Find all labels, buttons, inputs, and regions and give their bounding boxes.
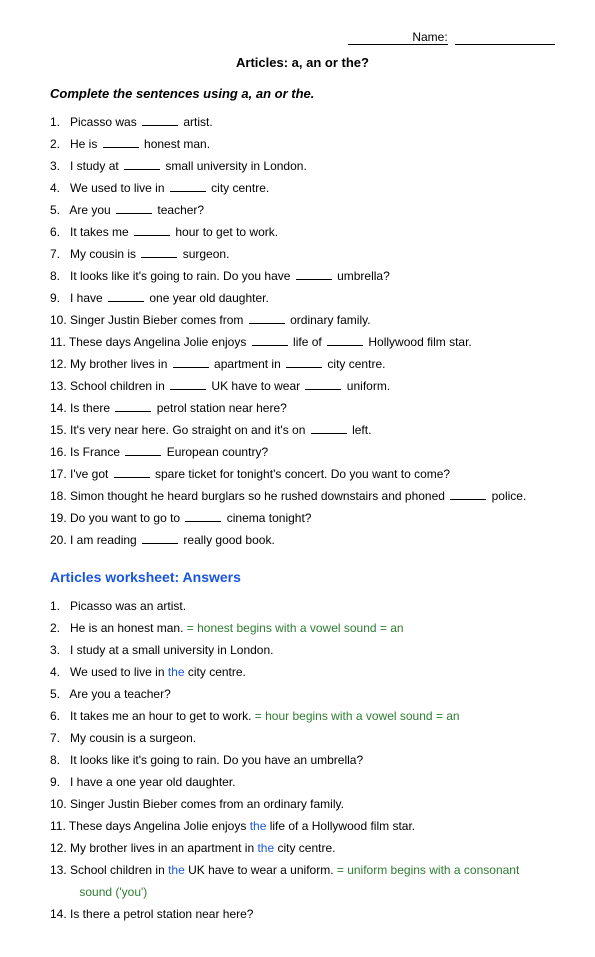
a5: 5. Are you a teacher? [50, 685, 555, 703]
name-underline [455, 30, 555, 45]
a14: 14. Is there a petrol station near here? [50, 905, 555, 923]
a13: 13. School children in the UK have to we… [50, 861, 555, 879]
q11: 11. These days Angelina Jolie enjoys lif… [50, 333, 555, 351]
q10: 10. Singer Justin Bieber comes from ordi… [50, 311, 555, 329]
main-title: Articles: a, an or the? [50, 55, 555, 70]
q5: 5. Are you teacher? [50, 201, 555, 219]
q7: 7. My cousin is surgeon. [50, 245, 555, 263]
q16: 16. Is France European country? [50, 443, 555, 461]
q19: 19. Do you want to go to cinema tonight? [50, 509, 555, 527]
q14: 14. Is there petrol station near here? [50, 399, 555, 417]
a7: 7. My cousin is a surgeon. [50, 729, 555, 747]
a1: 1. Picasso was an artist. [50, 597, 555, 615]
name-label: Name: [348, 30, 448, 45]
name-line: Name: [50, 30, 555, 45]
a2: 2. He is an honest man. = honest begins … [50, 619, 555, 637]
q8: 8. It looks like it's going to rain. Do … [50, 267, 555, 285]
q15: 15. It's very near here. Go straight on … [50, 421, 555, 439]
a10: 10. Singer Justin Bieber comes from an o… [50, 795, 555, 813]
question-list: 1. Picasso was artist. 2. He is honest m… [50, 113, 555, 549]
q1: 1. Picasso was artist. [50, 113, 555, 131]
q18: 18. Simon thought he heard burglars so h… [50, 487, 555, 505]
q4: 4. We used to live in city centre. [50, 179, 555, 197]
answer-list: 1. Picasso was an artist. 2. He is an ho… [50, 597, 555, 923]
q17: 17. I've got spare ticket for tonight's … [50, 465, 555, 483]
q6: 6. It takes me hour to get to work. [50, 223, 555, 241]
a13-note: sound ('you') [50, 883, 555, 901]
q12: 12. My brother lives in apartment in cit… [50, 355, 555, 373]
a3: 3. I study at a small university in Lond… [50, 641, 555, 659]
section-instruction: Complete the sentences using a, an or th… [50, 86, 555, 101]
q3: 3. I study at small university in London… [50, 157, 555, 175]
q20: 20. I am reading really good book. [50, 531, 555, 549]
q9: 9. I have one year old daughter. [50, 289, 555, 307]
q13: 13. School children in UK have to wear u… [50, 377, 555, 395]
a11: 11. These days Angelina Jolie enjoys the… [50, 817, 555, 835]
a4: 4. We used to live in the city centre. [50, 663, 555, 681]
a8: 8. It looks like it's going to rain. Do … [50, 751, 555, 769]
a9: 9. I have a one year old daughter. [50, 773, 555, 791]
q2: 2. He is honest man. [50, 135, 555, 153]
a6: 6. It takes me an hour to get to work. =… [50, 707, 555, 725]
answers-title: Articles worksheet: Answers [50, 569, 555, 585]
